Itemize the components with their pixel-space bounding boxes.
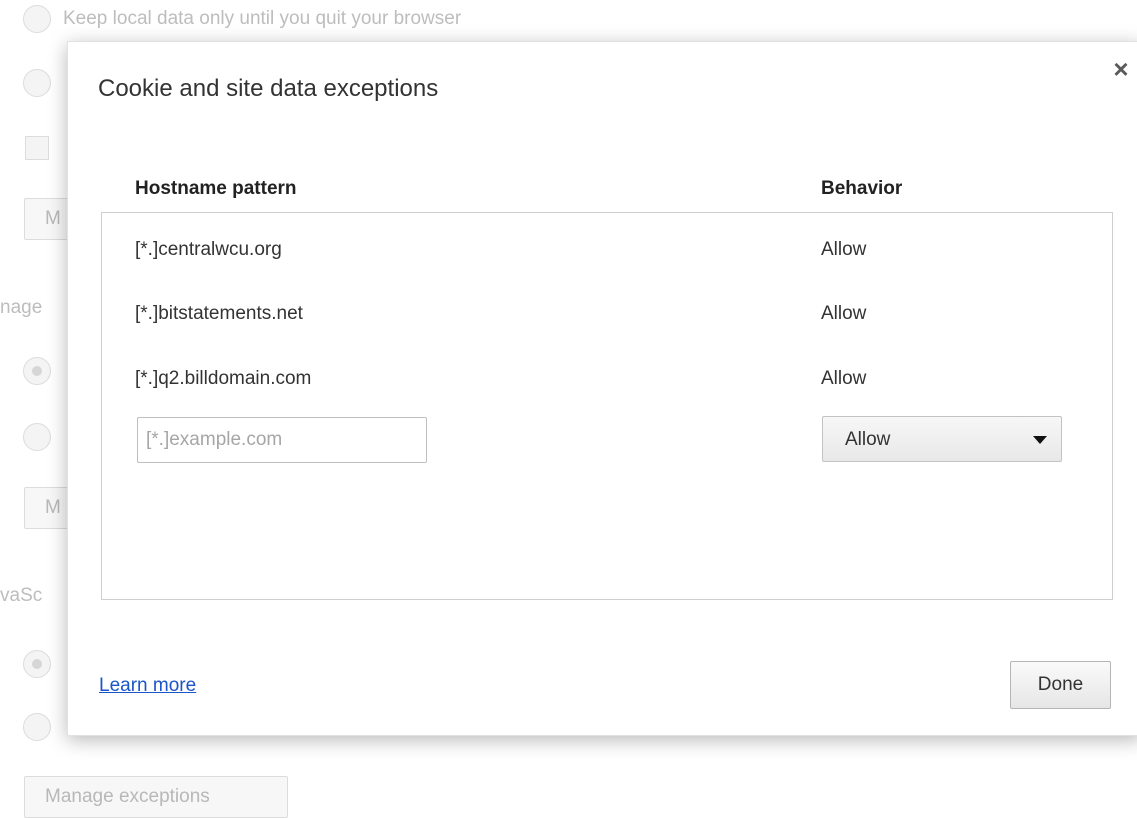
behavior-value: Allow: [821, 303, 867, 324]
javascript-section-heading-partial: vaSc: [0, 585, 43, 606]
behavior-value: Allow: [821, 239, 867, 260]
list-item[interactable]: [*.]q2.billdomain.com Allow: [102, 361, 1112, 401]
done-button[interactable]: Done: [1010, 661, 1111, 709]
list-item[interactable]: [*.]centralwcu.org Allow: [102, 232, 1112, 272]
radio-option-icon[interactable]: [23, 5, 51, 33]
manage-exceptions-button[interactable]: Manage exceptions: [24, 776, 288, 818]
keep-local-data-label: Keep local data only until you quit your…: [63, 8, 462, 29]
list-item[interactable]: [*.]bitstatements.net Allow: [102, 296, 1112, 336]
behavior-select-value: Allow: [845, 429, 891, 450]
images-section-heading-partial: nage: [0, 297, 43, 318]
dropdown-caret-icon: [1033, 436, 1047, 444]
radio-option-icon[interactable]: [23, 423, 51, 451]
column-header-hostname: Hostname pattern: [135, 178, 297, 199]
dialog-title: Cookie and site data exceptions: [98, 75, 439, 102]
behavior-value: Allow: [821, 368, 867, 389]
hostname-pattern: [*.]bitstatements.net: [135, 303, 303, 324]
radio-option-icon[interactable]: [23, 69, 51, 97]
behavior-select[interactable]: Allow: [822, 416, 1062, 462]
hostname-pattern: [*.]q2.billdomain.com: [135, 368, 312, 389]
close-icon[interactable]: ×: [1108, 56, 1134, 82]
radio-option-icon[interactable]: [23, 713, 51, 741]
radio-option-icon[interactable]: [23, 650, 51, 678]
cookie-exceptions-dialog: × Cookie and site data exceptions Hostna…: [67, 41, 1137, 736]
checkbox[interactable]: [25, 136, 49, 160]
column-header-behavior: Behavior: [821, 178, 903, 199]
exceptions-list: [*.]centralwcu.org Allow [*.]bitstatemen…: [101, 212, 1113, 600]
learn-more-link[interactable]: Learn more: [99, 675, 196, 697]
new-hostname-pattern-input[interactable]: [137, 417, 427, 463]
hostname-pattern: [*.]centralwcu.org: [135, 239, 282, 260]
radio-option-icon[interactable]: [23, 357, 51, 385]
